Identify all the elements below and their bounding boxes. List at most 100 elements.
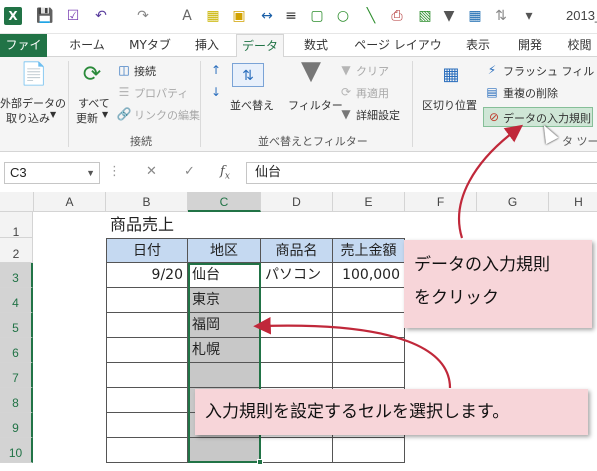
edit-links-button[interactable]: リンクの編集 — [134, 107, 200, 123]
external-data-label-1[interactable]: 外部データの — [0, 95, 66, 111]
row-header-3[interactable]: 3 — [0, 263, 33, 288]
more-options-icon[interactable]: ⋮ — [108, 164, 121, 179]
enter-icon[interactable]: ✓ — [184, 164, 195, 179]
properties-button[interactable]: プロパティ — [134, 85, 188, 101]
date-cell-r3[interactable]: 9/20 — [106, 263, 188, 288]
formula-input[interactable]: 仙台 — [246, 162, 597, 184]
shapes-icon[interactable]: ▣ — [230, 7, 248, 25]
name-box[interactable]: C3 ▼ — [4, 162, 100, 184]
more-icon[interactable]: ▾ — [520, 7, 538, 25]
column-header-e[interactable]: E — [333, 192, 405, 212]
region-cell-r5[interactable]: 福岡 — [188, 313, 261, 338]
table-cell[interactable] — [261, 288, 333, 313]
tab-home[interactable]: ホーム — [62, 34, 112, 57]
print-icon[interactable]: ⎙ — [388, 7, 406, 25]
sheet-title-cell[interactable]: 商品売上 — [106, 212, 188, 238]
row-header-1[interactable]: 1 — [0, 212, 33, 239]
tab-my-tab[interactable]: MYタブ — [122, 34, 178, 57]
save-icon[interactable]: 💾 — [36, 7, 54, 25]
circle-icon[interactable]: ○ — [334, 7, 352, 25]
column-header-b[interactable]: B — [106, 192, 188, 212]
table-cell[interactable] — [261, 338, 333, 363]
table-cell[interactable] — [106, 388, 188, 413]
chart-icon[interactable]: ▧ — [416, 7, 434, 25]
sort-button[interactable]: 並べ替え — [230, 97, 274, 113]
table-cell[interactable] — [333, 288, 405, 313]
external-data-dropdown-icon[interactable]: ▼ — [50, 110, 56, 119]
rectangle-icon[interactable]: ▢ — [308, 7, 326, 25]
checkbox-icon[interactable]: ☑ — [64, 7, 82, 25]
remove-duplicates-button[interactable]: 重複の削除 — [503, 85, 558, 101]
tab-page-layout[interactable]: ページ レイアウト — [350, 34, 446, 74]
table-cell[interactable] — [333, 363, 405, 388]
reapply-button[interactable]: 再適用 — [356, 85, 389, 101]
text-to-columns-button[interactable]: 区切り位置 — [422, 97, 477, 113]
column-header-h[interactable]: H — [549, 192, 597, 212]
table-icon[interactable]: ▦ — [204, 7, 222, 25]
row-header-7[interactable]: 7 — [0, 363, 33, 388]
header-amount-cell[interactable]: 売上金額 — [333, 238, 405, 263]
table-cell[interactable] — [106, 438, 188, 463]
row-header-2[interactable]: 2 — [0, 238, 33, 263]
table-cell[interactable] — [261, 438, 333, 463]
region-cell-r6[interactable]: 札幌 — [188, 338, 261, 363]
row-header-8[interactable]: 8 — [0, 388, 33, 413]
table-cell[interactable] — [106, 338, 188, 363]
column-header-f[interactable]: F — [405, 192, 477, 212]
column-header-g[interactable]: G — [477, 192, 549, 212]
line-icon[interactable]: ╲ — [362, 7, 380, 25]
flash-fill-button[interactable]: フラッシュ フィル — [503, 63, 594, 79]
header-region-cell[interactable]: 地区 — [188, 238, 261, 263]
tab-developer[interactable]: 開発 — [510, 34, 550, 57]
clear-button[interactable]: クリア — [356, 63, 389, 79]
external-data-label-2[interactable]: 取り込み — [6, 110, 50, 126]
sort-descending-icon[interactable]: ↓ — [208, 85, 224, 99]
text-direction-icon[interactable]: ↔ — [258, 7, 276, 25]
redo-icon[interactable]: ↷ — [134, 7, 152, 25]
tab-review[interactable]: 校閲 — [562, 34, 597, 57]
undo-icon[interactable]: ↶ — [92, 7, 110, 25]
filter-icon[interactable]: ▼ — [440, 7, 458, 25]
column-header-c[interactable]: C — [188, 192, 261, 212]
tab-view[interactable]: 表示 — [458, 34, 498, 57]
amount-cell-r3[interactable]: 100,000 — [333, 263, 405, 288]
row-header-10[interactable]: 10 — [0, 438, 33, 463]
format-icon[interactable]: ≡ — [282, 7, 300, 25]
tab-file[interactable]: ファイル — [0, 34, 47, 74]
table-cell[interactable] — [333, 438, 405, 463]
table-cell[interactable] — [106, 313, 188, 338]
row-header-6[interactable]: 6 — [0, 338, 33, 363]
region-cell-r4[interactable]: 東京 — [188, 288, 261, 313]
tab-insert[interactable]: 挿入 — [188, 34, 226, 57]
header-date-cell[interactable]: 日付 — [106, 238, 188, 263]
column-header-d[interactable]: D — [261, 192, 333, 212]
table-cell[interactable] — [188, 438, 261, 463]
region-cell-r3[interactable]: 仙台 — [188, 263, 261, 288]
filter-button[interactable]: フィルター — [288, 97, 343, 113]
connections-button[interactable]: 接続 — [134, 63, 156, 79]
sort-ascending-icon[interactable]: ↑ — [208, 63, 224, 77]
tab-data[interactable]: データ — [236, 34, 284, 58]
table-cell[interactable] — [333, 313, 405, 338]
table-cell[interactable] — [106, 288, 188, 313]
refresh-all-label-2[interactable]: 更新 — [76, 110, 98, 126]
table-cell[interactable] — [261, 313, 333, 338]
table-cell[interactable] — [188, 363, 261, 388]
row-header-9[interactable]: 9 — [0, 413, 33, 438]
table-cell[interactable] — [333, 338, 405, 363]
sort-icon[interactable]: ⇅ — [492, 7, 510, 25]
cancel-icon[interactable]: ✕ — [146, 164, 157, 179]
table-cell[interactable] — [261, 363, 333, 388]
sheet-icon[interactable]: ▦ — [466, 7, 484, 25]
product-cell-r3[interactable]: パソコン — [261, 263, 333, 288]
insert-function-icon[interactable]: fx — [220, 164, 230, 182]
refresh-dropdown-icon[interactable]: ▼ — [102, 110, 108, 119]
text-box-icon[interactable]: A — [178, 7, 196, 25]
tab-formulas[interactable]: 数式 — [296, 34, 336, 57]
table-cell[interactable] — [106, 363, 188, 388]
select-all-corner[interactable] — [0, 192, 34, 212]
refresh-all-label-1[interactable]: すべて — [78, 95, 110, 111]
table-cell[interactable] — [106, 413, 188, 438]
row-header-4[interactable]: 4 — [0, 288, 33, 313]
header-product-cell[interactable]: 商品名 — [261, 238, 333, 263]
